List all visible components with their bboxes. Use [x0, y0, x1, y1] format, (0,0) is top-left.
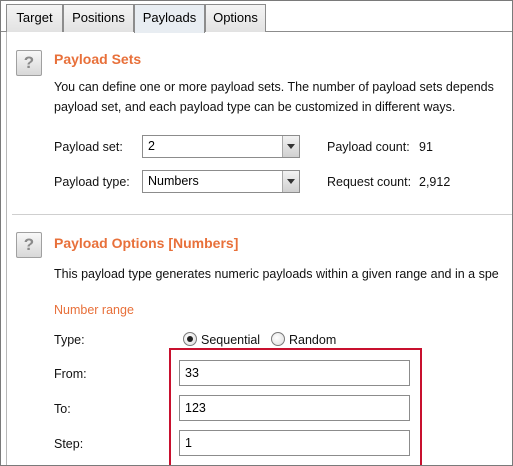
request-count-label: Request count:	[327, 175, 412, 189]
to-label: To:	[54, 402, 71, 416]
random-radio[interactable]	[271, 332, 285, 346]
sequential-radio[interactable]	[183, 332, 197, 346]
payload-options-description: This payload type generates numeric payl…	[54, 267, 499, 281]
request-count-value: 2,912	[419, 175, 451, 189]
sequential-radio-label[interactable]: Sequential	[201, 333, 260, 347]
payload-set-label: Payload set:	[54, 140, 123, 154]
number-range-heading: Number range	[54, 303, 134, 317]
from-label: From:	[54, 367, 87, 381]
tab-bar: Target Positions Payloads Options	[1, 1, 512, 33]
payload-sets-help-icon[interactable]: ?	[16, 50, 42, 76]
tab-target[interactable]: Target	[6, 4, 63, 32]
random-radio-label[interactable]: Random	[289, 333, 336, 347]
payload-count-value: 91	[419, 140, 433, 154]
payload-type-value: Numbers	[148, 174, 199, 188]
payload-count-label: Payload count:	[327, 140, 410, 154]
payload-options-title: Payload Options [Numbers]	[54, 235, 239, 251]
payload-sets-description-line2: payload set, and each payload type can b…	[54, 100, 456, 114]
section-divider	[12, 214, 512, 215]
tab-payloads[interactable]: Payloads	[134, 4, 205, 33]
step-input[interactable]: 1	[179, 430, 410, 456]
from-input[interactable]: 33	[179, 360, 410, 386]
chevron-down-icon[interactable]	[282, 171, 299, 192]
to-input[interactable]: 123	[179, 395, 410, 421]
chevron-down-icon[interactable]	[282, 136, 299, 157]
payloads-panel: ? Payload Sets You can define one or mor…	[6, 32, 512, 465]
payload-options-help-icon[interactable]: ?	[16, 232, 42, 258]
payload-set-select[interactable]: 2	[142, 135, 300, 158]
type-label: Type:	[54, 333, 85, 347]
payload-sets-title: Payload Sets	[54, 51, 142, 67]
payload-type-label: Payload type:	[54, 175, 130, 189]
payload-sets-description-line1: You can define one or more payload sets.…	[54, 80, 494, 94]
payload-set-value: 2	[148, 139, 155, 153]
intruder-window: Target Positions Payloads Options ? Payl…	[0, 0, 513, 466]
payload-type-select[interactable]: Numbers	[142, 170, 300, 193]
step-label: Step:	[54, 437, 84, 451]
tab-options[interactable]: Options	[205, 4, 266, 32]
tab-positions[interactable]: Positions	[63, 4, 134, 32]
